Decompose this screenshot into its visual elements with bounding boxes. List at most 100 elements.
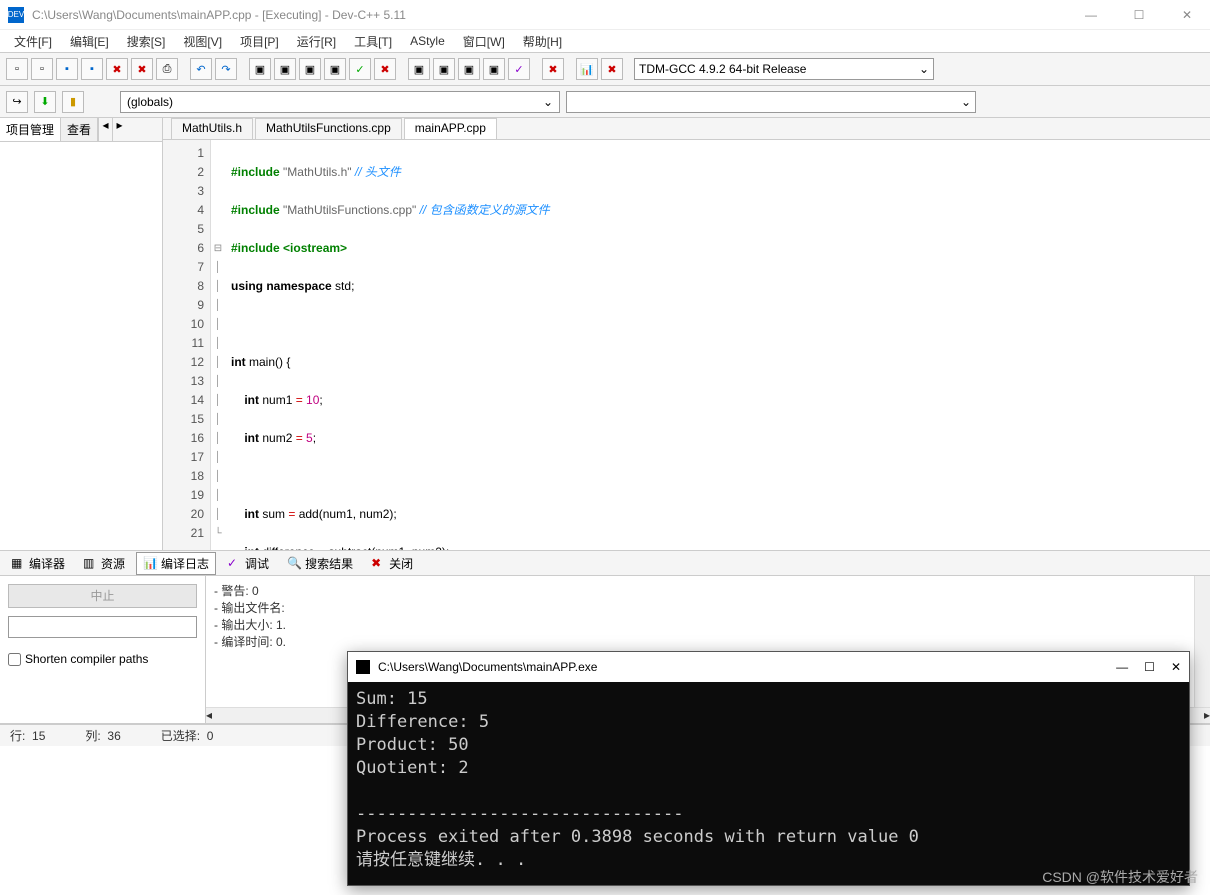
open-icon[interactable]: ▫: [31, 58, 53, 80]
rebuild-icon[interactable]: ▣: [324, 58, 346, 80]
console-title-text: C:\Users\Wang\Documents\mainAPP.exe: [378, 660, 1116, 674]
menu-edit[interactable]: 编辑[E]: [62, 31, 117, 52]
sidebar: 项目管理 查看 ◂ ▸: [0, 118, 163, 550]
menu-view[interactable]: 视图[V]: [175, 31, 230, 52]
console-maximize-button[interactable]: ☐: [1144, 660, 1155, 674]
sidebar-tab-project[interactable]: 项目管理: [0, 118, 61, 141]
debug-icon[interactable]: ✓: [349, 58, 371, 80]
redo-icon[interactable]: ↷: [215, 58, 237, 80]
stack-icon: ▥: [83, 556, 97, 570]
bottom-tab-resources[interactable]: ▥资源: [76, 552, 132, 575]
toolbar-secondary: ↪ ⬇ ▮ (globals) ⌄ ⌄: [0, 86, 1210, 118]
menu-tools[interactable]: 工具[T]: [346, 31, 400, 52]
check-icon[interactable]: ✓: [508, 58, 530, 80]
abort-input[interactable]: [8, 616, 197, 638]
console-titlebar[interactable]: C:\Users\Wang\Documents\mainAPP.exe — ☐ …: [348, 652, 1189, 682]
check-icon: ✓: [227, 556, 241, 570]
del-profile-icon[interactable]: ✖: [601, 58, 623, 80]
save-all-icon[interactable]: ▪: [81, 58, 103, 80]
chart-icon: 📊: [143, 556, 157, 570]
stop-icon[interactable]: ✖: [374, 58, 396, 80]
compiler-select[interactable]: TDM-GCC 4.9.2 64-bit Release ⌄: [634, 58, 934, 80]
menu-help[interactable]: 帮助[H]: [515, 31, 570, 52]
sidebar-scroll-left-icon[interactable]: ◂: [98, 118, 112, 141]
console-output[interactable]: Sum: 15 Difference: 5 Product: 50 Quotie…: [348, 682, 1189, 878]
log-line: - 警告: 0: [214, 582, 1202, 599]
abort-button[interactable]: 中止: [8, 584, 197, 608]
menu-file[interactable]: 文件[F]: [6, 31, 60, 52]
bottom-tabs: ▦编译器 ▥资源 📊编译日志 ✓调试 🔍搜索结果 ✖关闭: [0, 550, 1210, 576]
file-tab-0[interactable]: MathUtils.h: [171, 118, 253, 139]
search-icon: 🔍: [287, 556, 301, 570]
sidebar-tab-view[interactable]: 查看: [61, 118, 98, 141]
editor-area: MathUtils.h MathUtilsFunctions.cpp mainA…: [163, 118, 1210, 550]
window-title: C:\Users\Wang\Documents\mainAPP.cpp - [E…: [32, 8, 1076, 22]
console-icon: [356, 660, 370, 674]
bottom-tab-compilelog[interactable]: 📊编译日志: [136, 552, 216, 575]
file-tab-1[interactable]: MathUtilsFunctions.cpp: [255, 118, 402, 139]
goto-icon[interactable]: ↪: [6, 91, 28, 113]
console-close-button[interactable]: ✕: [1171, 660, 1181, 674]
tool4-icon[interactable]: ▣: [483, 58, 505, 80]
close-button[interactable]: ✕: [1172, 8, 1202, 22]
tool2-icon[interactable]: ▣: [433, 58, 455, 80]
bottom-tab-compiler[interactable]: ▦编译器: [4, 552, 72, 575]
close-all-icon[interactable]: ✖: [131, 58, 153, 80]
menu-astyle[interactable]: AStyle: [402, 32, 453, 50]
globals-select[interactable]: (globals) ⌄: [120, 91, 560, 113]
menubar: 文件[F] 编辑[E] 搜索[S] 视图[V] 项目[P] 运行[R] 工具[T…: [0, 30, 1210, 52]
scrollbar-vertical[interactable]: [1194, 576, 1210, 723]
close-file-icon[interactable]: ✖: [106, 58, 128, 80]
bottom-tab-search[interactable]: 🔍搜索结果: [280, 552, 360, 575]
compiler-select-value: TDM-GCC 4.9.2 64-bit Release: [639, 62, 806, 76]
line-gutter: 123456789101112131415161718192021: [163, 140, 211, 550]
bookmark-icon[interactable]: ▮: [62, 91, 84, 113]
run-icon[interactable]: ▣: [274, 58, 296, 80]
log-line: - 输出文件名:: [214, 599, 1202, 616]
profile-icon[interactable]: 📊: [576, 58, 598, 80]
app-icon: DEV: [8, 7, 24, 23]
menu-window[interactable]: 窗口[W]: [455, 31, 513, 52]
tool1-icon[interactable]: ▣: [408, 58, 430, 80]
status-col: 36: [107, 729, 120, 743]
log-line: - 编译时间: 0.: [214, 633, 1202, 650]
shorten-paths-checkbox[interactable]: Shorten compiler paths: [8, 652, 197, 666]
fold-gutter: ⊟││││││││││││││└: [211, 140, 225, 550]
undo-icon[interactable]: ↶: [190, 58, 212, 80]
bottom-tab-debug[interactable]: ✓调试: [220, 552, 276, 575]
shorten-paths-input[interactable]: [8, 653, 21, 666]
console-minimize-button[interactable]: —: [1116, 660, 1128, 674]
new-file-icon[interactable]: ▫: [6, 58, 28, 80]
toolbar-main: ▫ ▫ ▪ ▪ ✖ ✖ ⎙ ↶ ↷ ▣ ▣ ▣ ▣ ✓ ✖ ▣ ▣ ▣ ▣ ✓ …: [0, 52, 1210, 86]
grid-icon: ▦: [11, 556, 25, 570]
menu-project[interactable]: 项目[P]: [232, 31, 287, 52]
scope-select[interactable]: ⌄: [566, 91, 976, 113]
clean-icon[interactable]: ✖: [542, 58, 564, 80]
console-window: C:\Users\Wang\Documents\mainAPP.exe — ☐ …: [347, 651, 1190, 886]
status-line: 15: [32, 729, 45, 743]
file-tab-2[interactable]: mainAPP.cpp: [404, 118, 497, 139]
sidebar-scroll-right-icon[interactable]: ▸: [112, 118, 126, 141]
titlebar: DEV C:\Users\Wang\Documents\mainAPP.cpp …: [0, 0, 1210, 30]
minimize-button[interactable]: —: [1076, 8, 1106, 22]
code-editor[interactable]: 123456789101112131415161718192021 ⊟│││││…: [163, 140, 1210, 550]
status-sel: 0: [207, 729, 214, 743]
close-icon: ✖: [371, 556, 385, 570]
bottom-tab-close[interactable]: ✖关闭: [364, 552, 420, 575]
save-icon[interactable]: ▪: [56, 58, 78, 80]
chevron-down-icon: ⌄: [543, 95, 553, 109]
code-body[interactable]: #include "MathUtils.h" // 头文件 #include "…: [225, 140, 1210, 550]
menu-search[interactable]: 搜索[S]: [119, 31, 174, 52]
compile-run-icon[interactable]: ▣: [299, 58, 321, 80]
shorten-paths-label: Shorten compiler paths: [25, 652, 148, 666]
print-icon[interactable]: ⎙: [156, 58, 178, 80]
chevron-down-icon: ⌄: [919, 62, 929, 76]
tool3-icon[interactable]: ▣: [458, 58, 480, 80]
maximize-button[interactable]: ☐: [1124, 8, 1154, 22]
chevron-down-icon: ⌄: [961, 95, 971, 109]
menu-run[interactable]: 运行[R]: [289, 31, 344, 52]
insert-icon[interactable]: ⬇: [34, 91, 56, 113]
file-tabs: MathUtils.h MathUtilsFunctions.cpp mainA…: [163, 118, 1210, 140]
compile-icon[interactable]: ▣: [249, 58, 271, 80]
log-line: - 输出大小: 1.: [214, 616, 1202, 633]
